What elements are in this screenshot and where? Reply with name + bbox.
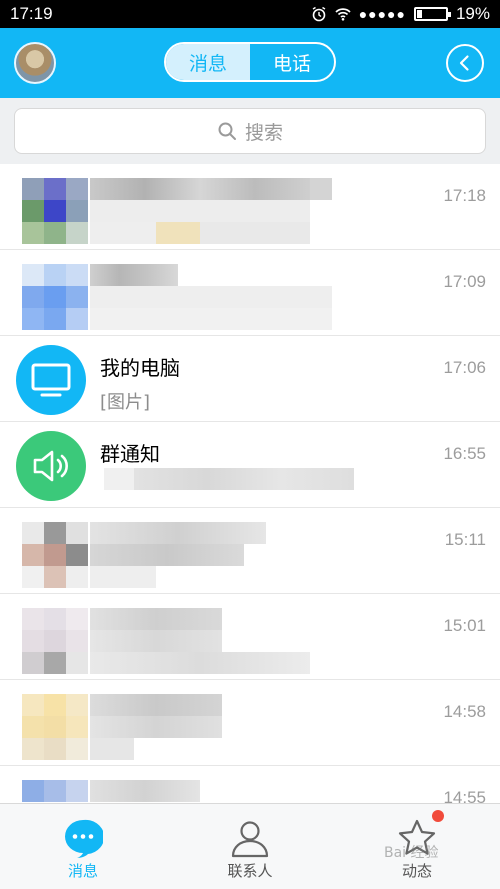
tab-label: 联系人 (227, 862, 273, 880)
watermark-text: Bai 经验 (384, 845, 439, 861)
chevron-left-icon (459, 55, 469, 71)
conversation-time: 16:55 (443, 444, 486, 463)
conversation-row[interactable]: 14:58 (0, 680, 500, 766)
tab-calls[interactable]: 电话 (250, 44, 334, 80)
monitor-avatar (16, 345, 86, 415)
speaker-icon (33, 450, 68, 482)
conversation-row[interactable]: 15:01 (0, 594, 500, 680)
back-button[interactable] (446, 44, 484, 82)
search-placeholder: 搜索 (244, 121, 283, 144)
conversation-row[interactable]: 17:18 (0, 164, 500, 250)
conversation-row-group-notice[interactable]: 群通知 16:55 (0, 422, 500, 508)
tab-label: 消息 (67, 862, 98, 880)
tab-bar-contacts[interactable]: 联系人 (167, 804, 333, 889)
user-avatar[interactable] (14, 42, 56, 84)
status-time: 17:19 (10, 4, 53, 23)
battery-icon (413, 7, 451, 21)
signal-icon: ●●●●● (358, 6, 406, 22)
conversation-row-my-computer[interactable]: 我的电脑 [图片] 17:06 (0, 336, 500, 422)
conversation-time: 17:18 (443, 186, 486, 205)
conversation-row[interactable]: 15:11 (0, 508, 500, 594)
battery-percent: 19% (455, 4, 490, 23)
tab-messages[interactable]: 消息 (166, 44, 250, 80)
monitor-icon (31, 363, 71, 397)
conversation-time: 17:09 (443, 272, 486, 291)
conversation-name: 群通知 (100, 442, 160, 466)
conversation-row[interactable]: 17:09 (0, 250, 500, 336)
conversation-time: 14:58 (443, 702, 486, 721)
conversation-time: 15:11 (444, 530, 486, 549)
search-icon (218, 122, 236, 140)
conversation-time: 15:01 (443, 616, 486, 635)
alarm-icon (312, 6, 326, 22)
person-icon (231, 821, 269, 858)
status-bar: 17:19 ●●●●● 19% (0, 0, 500, 28)
message-call-switch: 消息 电话 (164, 42, 336, 82)
tab-bar-messages[interactable]: 消息 (0, 804, 166, 889)
search-input[interactable]: 搜索 (14, 108, 486, 154)
wifi-icon (335, 8, 351, 21)
speaker-avatar (16, 431, 86, 501)
notification-badge (432, 810, 444, 822)
search-area: 搜索 (0, 98, 500, 164)
conversation-preview: [图片] (100, 392, 151, 413)
conversation-name: 我的电脑 (100, 356, 180, 380)
top-header: 消息 电话 (0, 28, 500, 98)
chat-bubble-icon (65, 819, 103, 858)
conversation-time: 17:06 (443, 358, 486, 377)
tab-label: 动态 (401, 862, 432, 880)
